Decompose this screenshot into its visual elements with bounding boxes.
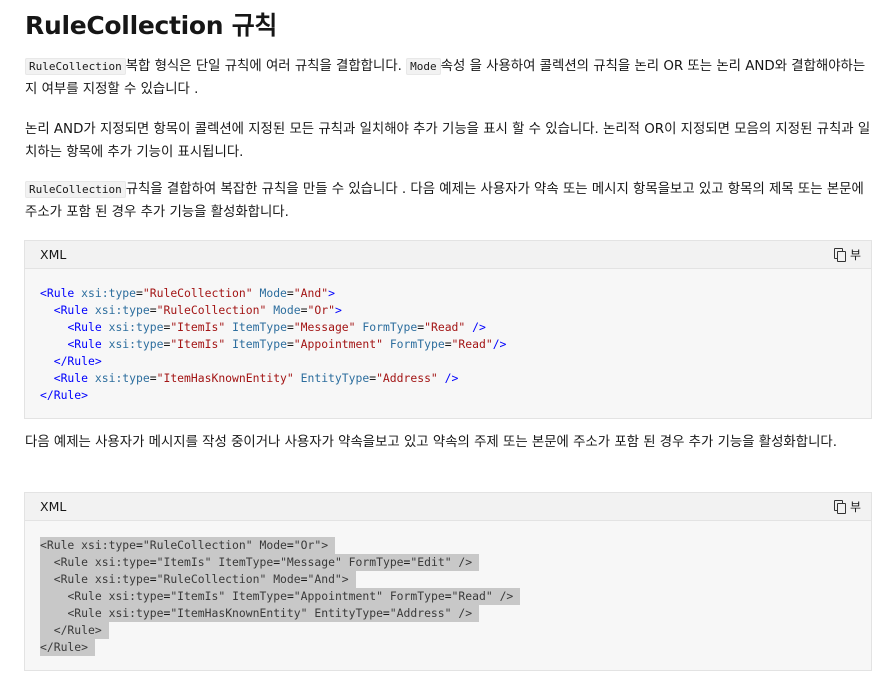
paragraph-1-text-a: 복합 형식은 단일 규칙에 여러 규칙을 결합합니다. bbox=[125, 59, 402, 74]
code-line: </Rule> bbox=[40, 388, 89, 402]
inline-code-rulecollection-2: RuleCollection bbox=[25, 181, 126, 198]
paragraph-4-text: 다음 예제는 사용자가 메시지를 작성 중이거나 사용자가 약속을보고 있고 약… bbox=[25, 435, 837, 450]
copy-label: 부 bbox=[849, 248, 861, 262]
paragraph-3-text: 규칙을 결합하여 복잡한 규칙을 만들 수 있습니다 . 다음 예제는 사용자가… bbox=[25, 182, 864, 220]
copy-icon bbox=[833, 248, 846, 262]
copy-label: 부 bbox=[849, 500, 861, 514]
code-line: <Rule xsi:type="ItemIs" ItemType="Messag… bbox=[40, 554, 479, 571]
code-block-2-body[interactable]: <Rule xsi:type="RuleCollection" Mode="Or… bbox=[25, 521, 871, 670]
paragraph-2: 논리 AND가 지정되면 항목이 콜렉션에 지정된 모든 규칙과 일치해야 추가… bbox=[25, 118, 875, 164]
code-line: <Rule xsi:type="ItemIs" ItemType="Messag… bbox=[67, 320, 486, 334]
copy-button[interactable]: 부 bbox=[833, 246, 861, 263]
code-language-label: XML bbox=[40, 247, 67, 262]
code-line: <Rule xsi:type="RuleCollection" Mode="An… bbox=[40, 571, 356, 588]
code-block-1-header: XML 부 bbox=[25, 241, 871, 269]
paragraph-1: RuleCollection 복합 형식은 단일 규칙에 여러 규칙을 결합합니다… bbox=[25, 55, 875, 101]
copy-icon bbox=[833, 500, 846, 514]
code-block-1-body[interactable]: <Rule xsi:type="RuleCollection" Mode="An… bbox=[25, 269, 871, 418]
code-line: </Rule> bbox=[40, 622, 109, 639]
code-line: <Rule xsi:type="ItemIs" ItemType="Appoin… bbox=[40, 588, 521, 605]
page-title: RuleCollection 규칙 bbox=[25, 11, 278, 40]
code-block-2: XML 부 <Rule xsi:type="RuleCollection" Mo… bbox=[24, 492, 872, 671]
doc-page: RuleCollection 규칙 RuleCollection 복합 형식은 단… bbox=[0, 0, 887, 694]
code-line: <Rule xsi:type="ItemHasKnownEntity" Enti… bbox=[53, 371, 459, 385]
code-line: <Rule xsi:type="RuleCollection" Mode="Or… bbox=[53, 303, 342, 317]
code-language-label: XML bbox=[40, 499, 67, 514]
paragraph-2-text: 논리 AND가 지정되면 항목이 콜렉션에 지정된 모든 규칙과 일치해야 추가… bbox=[25, 122, 871, 160]
copy-button[interactable]: 부 bbox=[833, 498, 861, 515]
inline-code-rulecollection: RuleCollection bbox=[25, 58, 126, 75]
code-line: </Rule> bbox=[40, 639, 95, 656]
paragraph-4: 다음 예제는 사용자가 메시지를 작성 중이거나 사용자가 약속을보고 있고 약… bbox=[25, 431, 875, 454]
code-line: <Rule xsi:type="RuleCollection" Mode="Or… bbox=[40, 537, 335, 554]
code-block-2-header: XML 부 bbox=[25, 493, 871, 521]
code-line: </Rule> bbox=[53, 354, 102, 368]
code-block-1: XML 부 <Rule xsi:type="RuleCollection" Mo… bbox=[24, 240, 872, 419]
paragraph-3: RuleCollection 규칙을 결합하여 복잡한 규칙을 만들 수 있습니다… bbox=[25, 178, 875, 224]
code-line: <Rule xsi:type="ItemHasKnownEntity" Enti… bbox=[40, 605, 479, 622]
inline-code-mode: Mode bbox=[406, 58, 441, 75]
code-line: <Rule xsi:type="ItemIs" ItemType="Appoin… bbox=[67, 337, 507, 351]
code-line: <Rule xsi:type="RuleCollection" Mode="An… bbox=[40, 286, 335, 300]
